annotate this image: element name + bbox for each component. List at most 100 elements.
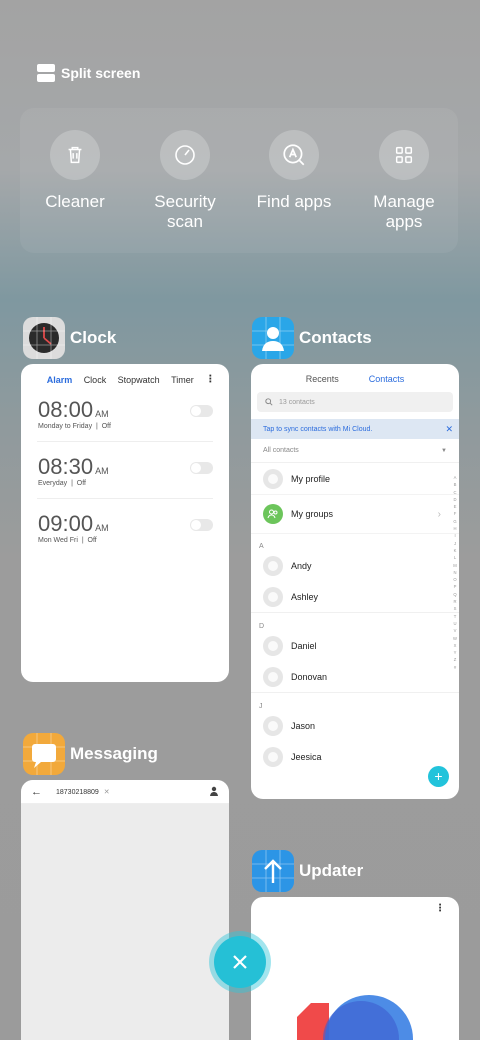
alphabet-index-letter[interactable]: O bbox=[453, 576, 457, 583]
alphabet-index-letter[interactable]: E bbox=[453, 503, 457, 510]
contact-name: Donovan bbox=[291, 671, 328, 682]
my-groups-row[interactable]: My groups › bbox=[251, 494, 459, 534]
alarm-item[interactable]: 09:00 AM Mon Wed Fri | Off bbox=[37, 499, 213, 556]
alarm-toggle[interactable] bbox=[190, 519, 213, 531]
alarm-repeat: Everyday bbox=[38, 480, 68, 487]
alphabet-index-letter[interactable]: D bbox=[453, 496, 457, 503]
alarm-item[interactable]: 08:00 AM Monday to Friday | Off bbox=[37, 385, 213, 442]
tab-recents[interactable]: Recents bbox=[306, 374, 339, 384]
contact-row[interactable]: Ashley bbox=[251, 581, 459, 612]
contact-row[interactable]: Jeesica bbox=[251, 741, 459, 772]
alphabet-index-letter[interactable]: T bbox=[453, 613, 457, 620]
alphabet-index-letter[interactable]: U bbox=[453, 620, 457, 627]
alarm-item[interactable]: 08:30 AM Everyday | Off bbox=[37, 442, 213, 499]
split-screen-button[interactable]: Split screen bbox=[37, 64, 140, 82]
tab-stopwatch[interactable]: Stopwatch bbox=[118, 375, 160, 385]
updater-app-header[interactable]: Updater bbox=[252, 850, 363, 892]
alphabet-index-letter[interactable]: J bbox=[453, 540, 457, 547]
tab-timer[interactable]: Timer bbox=[171, 375, 194, 385]
contact-row[interactable]: Daniel bbox=[251, 630, 459, 661]
messaging-app-header[interactable]: Messaging bbox=[23, 733, 158, 775]
groups-icon bbox=[263, 504, 283, 524]
my-profile-row[interactable]: My profile bbox=[251, 463, 459, 494]
alarm-repeat: Monday to Friday bbox=[38, 423, 93, 430]
avatar bbox=[263, 635, 283, 656]
contact-row[interactable]: Jason bbox=[251, 710, 459, 741]
alphabet-index[interactable]: A B C D E F G H I J K L M N O P Q R S T U V W X Y Z # bbox=[453, 474, 457, 671]
clock-app-preview[interactable]: Alarm Clock Stopwatch Timer ⋮ 08:00 AM Mo… bbox=[21, 364, 229, 682]
alphabet-index-letter[interactable]: M bbox=[453, 562, 457, 569]
alarm-ampm: AM bbox=[95, 466, 109, 476]
sync-banner[interactable]: Tap to sync contacts with Mi Cloud. ✕ bbox=[251, 419, 459, 439]
find-apps-button[interactable]: Find apps bbox=[244, 130, 344, 212]
contacts-tabs: Recents Contacts bbox=[251, 364, 459, 384]
alphabet-index-letter[interactable]: P bbox=[453, 583, 457, 590]
close-all-button[interactable] bbox=[214, 936, 266, 988]
alarm-toggle[interactable] bbox=[190, 405, 213, 417]
alphabet-index-letter[interactable]: X bbox=[453, 642, 457, 649]
close-icon bbox=[233, 955, 247, 969]
alphabet-index-letter[interactable]: S bbox=[453, 605, 457, 612]
security-scan-label: Security scan bbox=[154, 192, 216, 231]
add-contact-button[interactable]: + bbox=[428, 766, 449, 787]
alphabet-index-letter[interactable]: # bbox=[453, 664, 457, 671]
messaging-app-preview[interactable]: ← 18730218809 ✕ bbox=[21, 780, 229, 1040]
trash-icon bbox=[50, 130, 100, 180]
updater-app-preview[interactable]: ⋮ bbox=[251, 897, 459, 1040]
contact-row[interactable]: Andy bbox=[251, 550, 459, 581]
alphabet-index-letter[interactable]: V bbox=[453, 627, 457, 634]
alphabet-index-letter[interactable]: W bbox=[453, 635, 457, 642]
tab-contacts[interactable]: Contacts bbox=[369, 374, 405, 384]
remove-recipient-icon[interactable]: ✕ bbox=[104, 789, 110, 796]
alphabet-index-letter[interactable]: N bbox=[453, 569, 457, 576]
find-apps-label: Find apps bbox=[256, 192, 332, 211]
split-screen-icon bbox=[37, 64, 55, 82]
alphabet-index-letter[interactable]: Z bbox=[453, 656, 457, 663]
security-scan-button[interactable]: Security scan bbox=[135, 130, 235, 232]
grid-icon bbox=[379, 130, 429, 180]
alphabet-index-letter[interactable]: B bbox=[453, 481, 457, 488]
split-screen-label: Split screen bbox=[61, 65, 141, 81]
miui-logo-icon bbox=[297, 995, 413, 1040]
more-options-icon[interactable]: ⋮ bbox=[205, 374, 215, 385]
alarm-toggle[interactable] bbox=[190, 462, 213, 474]
contact-row[interactable]: Donovan bbox=[251, 661, 459, 692]
close-icon[interactable]: ✕ bbox=[445, 424, 453, 435]
search-icon bbox=[265, 398, 273, 406]
person-icon[interactable] bbox=[209, 786, 219, 798]
contacts-app-preview[interactable]: Recents Contacts 13 contacts Tap to sync… bbox=[251, 364, 459, 799]
chevron-right-icon: › bbox=[437, 508, 441, 520]
contacts-app-header[interactable]: Contacts bbox=[252, 317, 372, 359]
security-gauge-icon bbox=[160, 130, 210, 180]
contact-name: Jason bbox=[291, 720, 316, 731]
alphabet-index-letter[interactable]: G bbox=[453, 518, 457, 525]
section-header: J bbox=[251, 692, 459, 710]
back-arrow-icon[interactable]: ← bbox=[31, 786, 42, 798]
avatar bbox=[263, 555, 283, 576]
avatar bbox=[263, 666, 283, 687]
updater-app-icon bbox=[252, 850, 294, 892]
contact-name: Jeesica bbox=[291, 751, 322, 762]
recipient-chip[interactable]: 18730218809 ✕ bbox=[56, 788, 110, 796]
all-contacts-filter[interactable]: All contacts ▼ bbox=[251, 439, 459, 463]
alphabet-index-letter[interactable]: C bbox=[453, 489, 457, 496]
alphabet-index-letter[interactable]: I bbox=[453, 532, 457, 539]
alphabet-index-letter[interactable]: L bbox=[453, 554, 457, 561]
alphabet-index-letter[interactable]: R bbox=[453, 598, 457, 605]
alphabet-index-letter[interactable]: K bbox=[453, 547, 457, 554]
contacts-search-input[interactable]: 13 contacts bbox=[257, 392, 453, 412]
alarm-time: 08:00 bbox=[38, 397, 94, 422]
tab-alarm[interactable]: Alarm bbox=[47, 375, 73, 385]
alphabet-index-letter[interactable]: H bbox=[453, 525, 457, 532]
messaging-app-icon bbox=[23, 733, 65, 775]
manage-apps-button[interactable]: Manage apps bbox=[354, 130, 454, 232]
alphabet-index-letter[interactable]: F bbox=[453, 510, 457, 517]
tab-clock[interactable]: Clock bbox=[84, 375, 107, 385]
alarm-status: Off bbox=[76, 480, 87, 487]
alarm-status: Off bbox=[101, 423, 111, 430]
alphabet-index-letter[interactable]: Q bbox=[453, 591, 457, 598]
clock-app-header[interactable]: Clock bbox=[23, 317, 116, 359]
alphabet-index-letter[interactable]: A bbox=[453, 474, 457, 481]
alphabet-index-letter[interactable]: Y bbox=[453, 649, 457, 656]
cleaner-button[interactable]: Cleaner bbox=[25, 130, 125, 212]
